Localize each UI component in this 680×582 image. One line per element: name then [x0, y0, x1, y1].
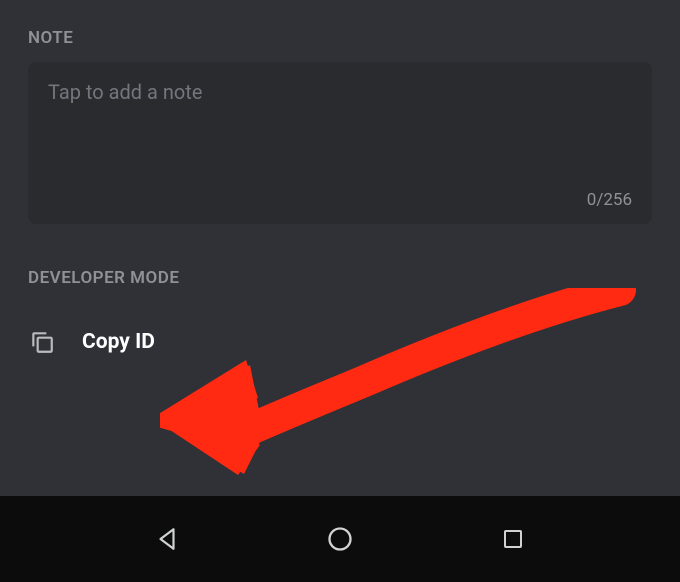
recent-apps-button[interactable]	[495, 521, 531, 557]
note-section-header: NOTE	[28, 28, 652, 48]
android-nav-bar	[0, 496, 680, 582]
back-button[interactable]	[149, 521, 185, 557]
note-placeholder: Tap to add a note	[48, 80, 632, 104]
note-char-counter: 0/256	[587, 190, 632, 210]
home-button[interactable]	[322, 521, 358, 557]
copy-icon	[28, 328, 56, 356]
developer-mode-header: DEVELOPER MODE	[28, 268, 652, 288]
copy-id-label: Copy ID	[82, 330, 155, 354]
note-input-box[interactable]: Tap to add a note 0/256	[28, 62, 652, 224]
copy-id-button[interactable]: Copy ID	[28, 302, 652, 408]
